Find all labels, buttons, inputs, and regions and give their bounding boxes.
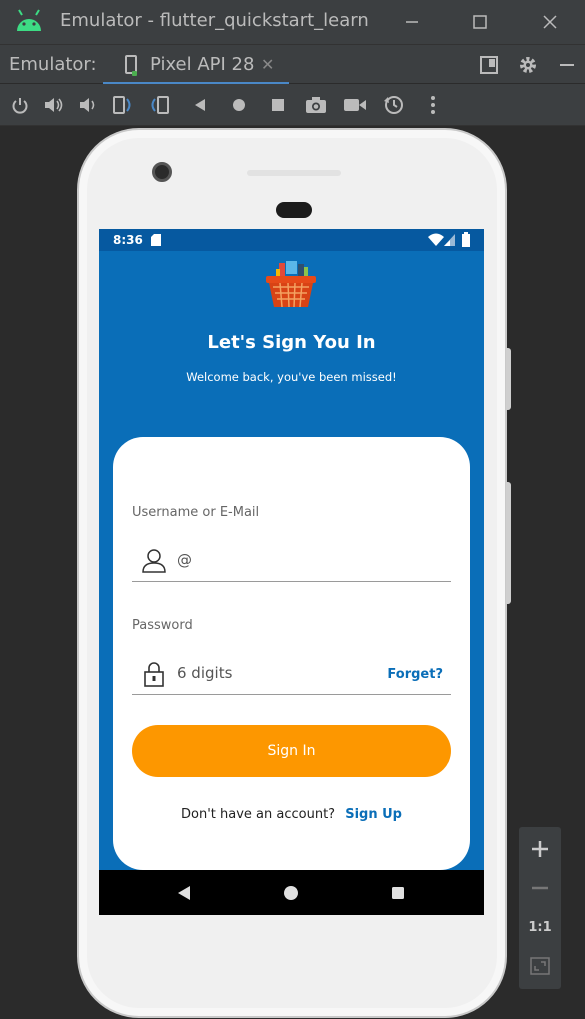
forget-password-link[interactable]: Forget? <box>387 667 443 682</box>
sign-in-button[interactable]: Sign In <box>132 725 451 777</box>
gear-icon[interactable] <box>516 53 540 77</box>
title-bar: Emulator - flutter_quickstart_learn <box>0 0 585 44</box>
sd-card-icon <box>151 234 161 246</box>
lock-icon <box>144 662 164 687</box>
user-icon <box>142 549 166 573</box>
username-field[interactable]: @ <box>132 542 451 582</box>
signup-prompt: Don't have an account? <box>181 807 336 822</box>
close-icon[interactable] <box>536 8 564 36</box>
android-icon <box>17 9 41 31</box>
nav-home-icon[interactable] <box>281 883 301 903</box>
username-value: @ <box>177 551 192 569</box>
power-button <box>506 482 511 604</box>
home-icon[interactable] <box>227 93 251 117</box>
camera-icon[interactable] <box>304 93 328 117</box>
zoom-out-icon[interactable] <box>519 869 561 907</box>
emulator-toolbar <box>0 84 585 126</box>
login-card: Username or E-Mail @ Password 6 digits F… <box>113 437 470 870</box>
tab-bar: Emulator: Pixel API 28 ✕ <box>0 44 585 85</box>
front-camera <box>152 162 172 182</box>
zoom-actual-size[interactable]: 1:1 <box>519 908 561 946</box>
device-screen: 8:36 Let's Sign You In Welcome back, you… <box>99 229 484 915</box>
device-icon <box>125 55 137 76</box>
back-icon[interactable] <box>188 93 212 117</box>
nav-back-icon[interactable] <box>174 883 194 903</box>
emulator-label: Emulator: <box>9 54 97 75</box>
battery-icon <box>462 232 470 247</box>
sign-up-link[interactable]: Sign Up <box>345 807 402 822</box>
float-window-icon[interactable] <box>477 53 501 77</box>
overview-icon[interactable] <box>266 93 290 117</box>
volume-up-icon[interactable] <box>42 93 66 117</box>
page-subtitle: Welcome back, you've been missed! <box>186 370 397 384</box>
shopping-basket-icon <box>266 261 316 308</box>
password-field[interactable]: 6 digits Forget? <box>132 655 451 695</box>
page-title: Let's Sign You In <box>207 332 376 353</box>
status-bar: 8:36 <box>99 229 484 251</box>
status-time: 8:36 <box>113 233 143 247</box>
power-icon[interactable] <box>8 93 32 117</box>
username-label: Username or E-Mail <box>132 505 260 520</box>
password-value: 6 digits <box>177 664 233 682</box>
more-icon[interactable] <box>421 93 445 117</box>
signup-row: Don't have an account? Sign Up <box>113 807 470 822</box>
password-label: Password <box>132 618 193 633</box>
snapshot-icon[interactable] <box>382 93 406 117</box>
screenrecord-icon[interactable] <box>343 93 367 117</box>
zoom-panel: 1:1 <box>519 827 561 989</box>
tab-close-icon[interactable]: ✕ <box>261 55 274 74</box>
proximity-sensor <box>276 202 312 218</box>
volume-rocker <box>506 348 511 410</box>
wifi-icon <box>428 233 444 246</box>
hide-panel-icon[interactable] <box>555 53 579 77</box>
signal-icon <box>444 234 455 246</box>
volume-down-icon[interactable] <box>75 93 99 117</box>
zoom-in-icon[interactable] <box>519 830 561 868</box>
maximize-icon[interactable] <box>466 8 494 36</box>
nav-overview-icon[interactable] <box>388 883 408 903</box>
rotate-left-icon[interactable] <box>110 93 134 117</box>
zoom-fit-icon[interactable] <box>519 947 561 985</box>
android-nav-bar <box>99 870 484 915</box>
earpiece-speaker <box>247 170 341 176</box>
tab-device[interactable]: Pixel API 28 ✕ <box>103 45 289 85</box>
rotate-right-icon[interactable] <box>148 93 172 117</box>
tab-device-label: Pixel API 28 <box>150 54 255 75</box>
minimize-icon[interactable] <box>398 8 426 36</box>
window-title: Emulator - flutter_quickstart_learn <box>60 10 369 31</box>
